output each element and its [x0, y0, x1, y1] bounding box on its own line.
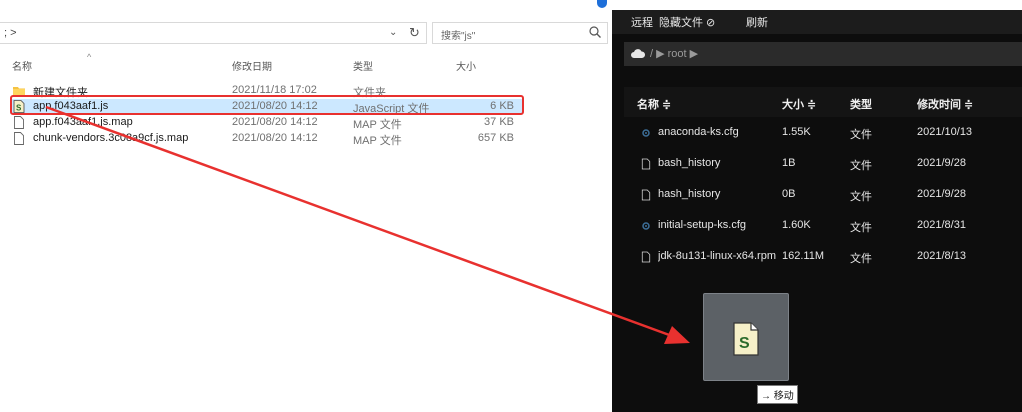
- column-header-size[interactable]: 大小: [456, 58, 476, 73]
- remote-file-row[interactable]: bash_history 1B 文件 2021/9/28: [624, 148, 1022, 179]
- file-type: MAP 文件: [353, 135, 402, 147]
- remote-file-name[interactable]: jdk-8u131-linux-x64.rpm: [658, 250, 788, 262]
- file-row[interactable]: chunk-vendors.3c08a9cf.js.map 2021/08/20 …: [10, 131, 522, 147]
- hidden-files-toggle[interactable]: 隐藏文件 ⊘: [659, 14, 715, 30]
- refresh-icon[interactable]: ↻: [409, 25, 420, 41]
- search-icon[interactable]: [588, 25, 602, 39]
- remote-button[interactable]: 远程: [631, 14, 653, 30]
- remote-file-type: 文件: [850, 222, 872, 234]
- remote-file-name[interactable]: bash_history: [658, 157, 788, 169]
- gear-file-icon: [642, 129, 650, 137]
- file-size: 37 KB: [484, 116, 514, 128]
- remote-file-size: 0B: [782, 188, 796, 200]
- column-header-date[interactable]: 修改日期: [232, 58, 272, 73]
- address-bar[interactable]: ; > ⌄ ↻: [0, 22, 427, 44]
- column-header-name[interactable]: 名称: [12, 58, 32, 73]
- breadcrumb-path[interactable]: / ▶ root ▶: [650, 47, 698, 60]
- remote-file-name[interactable]: anaconda-ks.cfg: [658, 126, 788, 138]
- file-name[interactable]: chunk-vendors.3c08a9cf.js.map: [33, 132, 188, 144]
- remote-file-modified: 2021/9/28: [917, 188, 966, 200]
- file-explorer-window: ; > ⌄ ↻ 搜索"js" ^ 名称 修改日期 类型 大小 新建文件夹 2021…: [0, 0, 612, 412]
- file-date: 2021/08/20 14:12: [232, 116, 318, 128]
- address-breadcrumb[interactable]: ; >: [4, 27, 17, 39]
- remote-file-row[interactable]: initial-setup-ks.cfg 1.60K 文件 2021/8/31: [624, 210, 1022, 241]
- column-header-type[interactable]: 类型: [353, 58, 373, 73]
- file-row[interactable]: app.f043aaf1.js.map 2021/08/20 14:12 MAP 文…: [10, 115, 522, 131]
- remote-file-type: 文件: [850, 160, 872, 172]
- file-date: 2021/08/20 14:12: [232, 132, 318, 144]
- file-icon: [641, 158, 651, 170]
- remote-file-modified: 2021/8/31: [917, 219, 966, 231]
- remote-file-modified: 2021/9/28: [917, 157, 966, 169]
- remote-breadcrumb[interactable]: / ▶ root ▶: [624, 42, 1022, 66]
- remote-file-modified: 2021/10/13: [917, 126, 973, 138]
- move-tooltip: → 移动: [757, 385, 798, 404]
- remote-file-name[interactable]: hash_history: [658, 188, 788, 200]
- remote-file-row[interactable]: anaconda-ks.cfg 1.55K 文件 2021/10/13: [624, 117, 1022, 148]
- file-icon: [14, 116, 24, 129]
- remote-file-row[interactable]: hash_history 0B 文件 2021/9/28: [624, 179, 1022, 210]
- chevron-down-icon[interactable]: ⌄: [389, 27, 397, 38]
- highlight-annotation-box: [10, 95, 524, 115]
- file-name[interactable]: app.f043aaf1.js.map: [33, 116, 133, 128]
- js-file-icon: S: [733, 322, 759, 356]
- drag-ghost-preview: S: [703, 293, 789, 381]
- refresh-button[interactable]: 刷新: [746, 14, 768, 30]
- remote-file-size: 1.55K: [782, 126, 811, 138]
- cloud-icon: [631, 49, 645, 58]
- file-icon: [641, 189, 651, 201]
- search-placeholder[interactable]: 搜索"js": [441, 27, 475, 42]
- file-size: 657 KB: [477, 132, 514, 144]
- remote-file-modified: 2021/8/13: [917, 250, 966, 262]
- panel-top-strip: [612, 0, 1022, 10]
- remote-toolbar: 远程 隐藏文件 ⊘ 刷新: [612, 10, 1022, 34]
- remote-file-name[interactable]: initial-setup-ks.cfg: [658, 219, 788, 231]
- remote-file-type: 文件: [850, 129, 872, 141]
- remote-col-size[interactable]: 大小 ≑: [782, 96, 816, 112]
- address-row: ; > ⌄ ↻ 搜索"js": [0, 22, 612, 46]
- file-icon: [14, 132, 24, 145]
- remote-file-size: 1.60K: [782, 219, 811, 231]
- remote-file-type: 文件: [850, 253, 872, 265]
- search-input[interactable]: 搜索"js": [432, 22, 608, 44]
- file-type: MAP 文件: [353, 119, 402, 131]
- sort-ascending-icon: ^: [87, 52, 92, 62]
- remote-col-name[interactable]: 名称 ≑: [637, 96, 671, 112]
- remote-file-type: 文件: [850, 191, 872, 203]
- svg-text:S: S: [739, 335, 750, 352]
- remote-table-header: 名称 ≑ 大小 ≑ 类型 修改时间 ≑: [624, 87, 1022, 117]
- gear-file-icon: [642, 222, 650, 230]
- remote-file-panel: 远程 隐藏文件 ⊘ 刷新 / ▶ root ▶ 名称 ≑ 大小 ≑ 类型 修改时…: [612, 0, 1022, 412]
- window-edge-indicator: [597, 0, 607, 8]
- remote-col-modified[interactable]: 修改时间 ≑: [917, 96, 973, 112]
- remote-col-type[interactable]: 类型: [850, 96, 872, 112]
- remote-file-size: 162.11M: [782, 250, 824, 262]
- remote-file-size: 1B: [782, 157, 796, 169]
- file-icon: [641, 251, 651, 263]
- remote-file-row[interactable]: jdk-8u131-linux-x64.rpm 162.11M 文件 2021/8/1…: [624, 241, 1022, 272]
